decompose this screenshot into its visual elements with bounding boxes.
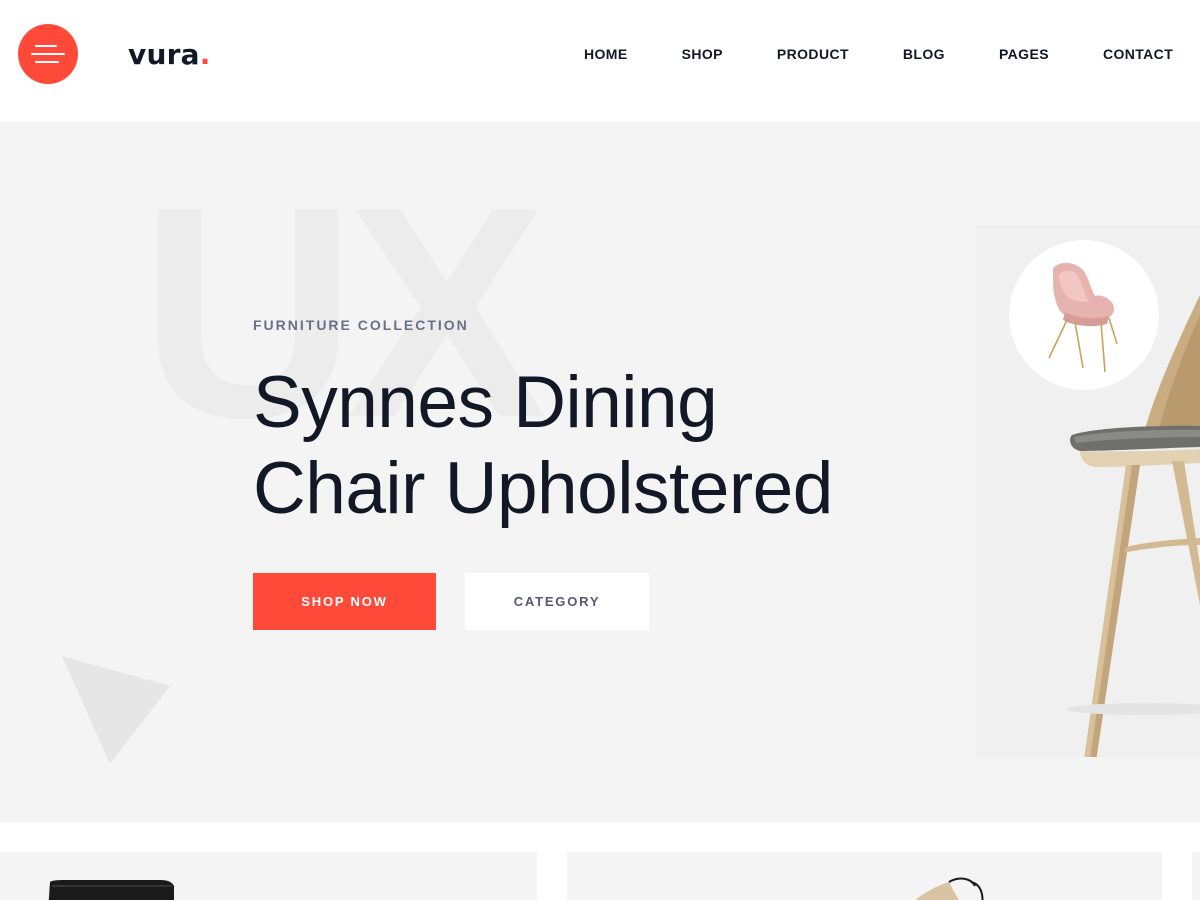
product-cards-row (0, 822, 1200, 900)
product-card[interactable] (1192, 852, 1200, 900)
menu-icon-bar (35, 61, 59, 63)
hero-section: UX FURNITURE COLLECTION Synnes Dining Ch… (0, 122, 1200, 822)
shop-now-button[interactable]: SHOP NOW (253, 573, 436, 630)
hero-eyebrow: FURNITURE COLLECTION (253, 317, 469, 333)
site-header: vura. HOME SHOP PRODUCT BLOG PAGES CONTA… (0, 0, 1200, 122)
pink-chair-thumbnail-icon (1048, 262, 1118, 373)
lamp-product-image-icon (915, 877, 984, 900)
hamburger-menu-button[interactable] (18, 24, 78, 84)
nav-product[interactable]: PRODUCT (777, 44, 849, 64)
main-nav: HOME SHOP PRODUCT BLOG PAGES CONTACT (584, 44, 1173, 64)
nav-blog[interactable]: BLOG (903, 44, 945, 64)
hero-title: Synnes Dining Chair Upholstered (253, 360, 1013, 532)
logo-dot: . (199, 38, 211, 71)
category-button[interactable]: CATEGORY (465, 573, 649, 630)
nav-pages[interactable]: PAGES (999, 44, 1049, 64)
hero-title-line-2: Chair Upholstered (253, 448, 833, 529)
menu-icon-bar (31, 53, 65, 55)
dark-product-image-icon (48, 880, 174, 900)
nav-home[interactable]: HOME (584, 44, 628, 64)
menu-icon-bar (35, 45, 57, 47)
nav-shop[interactable]: SHOP (682, 44, 723, 64)
hero-title-line-1: Synnes Dining (253, 362, 718, 443)
logo-text: vura (128, 38, 200, 71)
nav-contact[interactable]: CONTACT (1103, 44, 1173, 64)
product-card[interactable] (0, 852, 537, 900)
site-logo[interactable]: vura. (128, 38, 211, 72)
product-thumbnail[interactable] (1009, 240, 1159, 390)
product-card[interactable] (567, 852, 1162, 900)
